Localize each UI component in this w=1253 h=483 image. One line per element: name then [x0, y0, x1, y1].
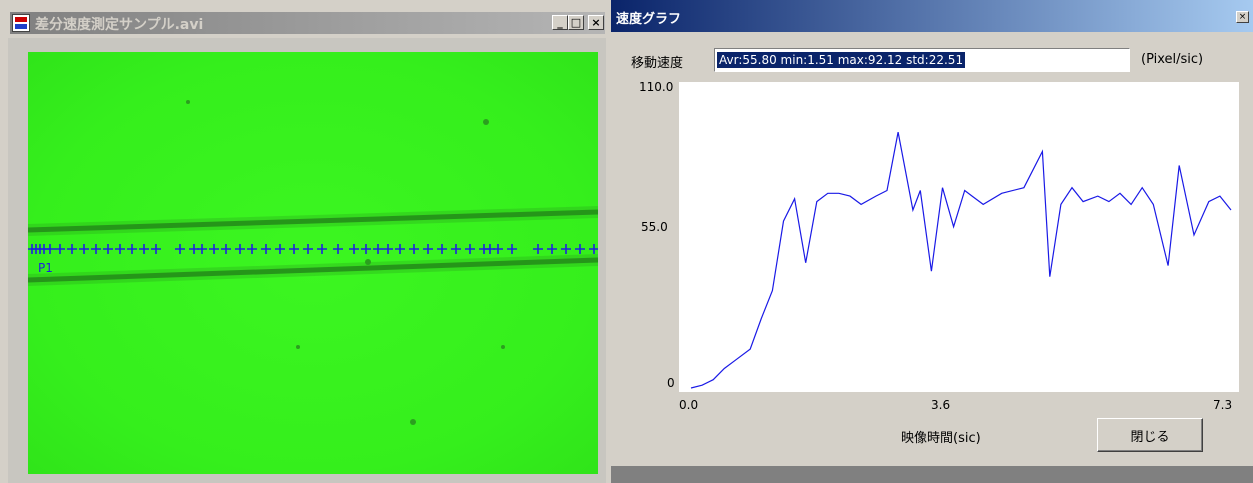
tracking-marker: [423, 244, 433, 254]
channel-line-bottom-shade: [28, 254, 598, 286]
video-title-bar[interactable]: 差分速度測定サンプル.avi _ □ ×: [10, 12, 605, 34]
tracking-marker: [91, 244, 101, 254]
tracking-marker: [209, 244, 219, 254]
tracking-marker: [395, 244, 405, 254]
speck: [410, 419, 416, 425]
speed-unit: (Pixel/sic): [1141, 52, 1204, 67]
tracking-marker: [289, 244, 299, 254]
tracking-marker: [103, 244, 113, 254]
graph-window-title: 速度グラフ: [616, 12, 682, 27]
tracking-marker: [67, 244, 77, 254]
video-overlay: P1: [28, 100, 598, 425]
speed-field[interactable]: Avr:55.80 min:1.51 max:92.12 std:22.51: [714, 48, 1130, 72]
x-tick-label: 0.0: [679, 398, 699, 412]
video-window-title: 差分速度測定サンプル.avi: [35, 17, 204, 33]
y-tick-label: 0: [667, 376, 675, 390]
tracking-marker: [349, 244, 359, 254]
tracking-marker: [533, 244, 543, 254]
y-tick-label: 55.0: [641, 220, 668, 234]
tracking-marker: [409, 244, 419, 254]
speed-value: Avr:55.80 min:1.51 max:92.12 std:22.51: [717, 52, 966, 68]
x-tick-label: 3.6: [931, 398, 951, 412]
speed-label: 移動速度: [631, 56, 684, 71]
tracking-marker: [493, 244, 503, 254]
app-logo-icon: [12, 14, 30, 32]
tracking-marker: [115, 244, 125, 254]
tracking-marker: [45, 244, 55, 254]
video-canvas[interactable]: P1: [28, 52, 598, 474]
close-graph-button[interactable]: 閉じる: [1097, 418, 1203, 452]
channel-line-top-shade: [28, 206, 598, 236]
tracking-marker: [247, 244, 257, 254]
tracking-marker: [373, 244, 383, 254]
minimize-button[interactable]: _: [552, 15, 568, 30]
y-tick-label: 110.0: [639, 80, 674, 94]
graph-title-bar[interactable]: 速度グラフ ×: [611, 0, 1253, 32]
graph-close-icon[interactable]: ×: [1236, 11, 1249, 23]
tracking-marker: [333, 244, 343, 254]
tracking-marker: [127, 244, 137, 254]
tracking-marker: [465, 244, 475, 254]
tracking-marker: [261, 244, 271, 254]
speck: [483, 119, 489, 125]
tracking-marker: [547, 244, 557, 254]
speck: [296, 345, 300, 349]
speed-series-line: [690, 131, 1232, 389]
graph-bottom-bar: [611, 466, 1253, 483]
speed-graph-window: 速度グラフ × 移動速度 Avr:55.80 min:1.51 max:92.1…: [611, 0, 1253, 483]
speck: [365, 259, 371, 265]
tracking-marker: [437, 244, 447, 254]
speed-plot: [679, 82, 1239, 392]
track-label: P1: [38, 261, 53, 275]
tracking-marker: [79, 244, 89, 254]
speck: [186, 100, 190, 104]
tracking-marker: [383, 244, 393, 254]
tracking-marker: [507, 244, 517, 254]
speck: [501, 345, 505, 349]
tracking-marker: [221, 244, 231, 254]
tracking-marker: [575, 244, 585, 254]
tracking-marker: [197, 244, 207, 254]
x-axis-label: 映像時間(sic): [901, 431, 981, 446]
video-window: 差分速度測定サンプル.avi _ □ × P1: [0, 0, 610, 483]
tracking-marker: [175, 244, 185, 254]
x-tick-label: 7.3: [1213, 398, 1233, 412]
tracking-marker: [55, 244, 65, 254]
tracking-marker: [235, 244, 245, 254]
tracking-marker: [561, 244, 571, 254]
tracking-markers: [28, 244, 598, 254]
video-frame: P1: [8, 38, 606, 483]
tracking-marker: [275, 244, 285, 254]
tracking-marker: [139, 244, 149, 254]
tracking-marker: [151, 244, 161, 254]
tracking-marker: [589, 244, 598, 254]
tracking-marker: [303, 244, 313, 254]
tracking-marker: [361, 244, 371, 254]
tracking-marker: [317, 244, 327, 254]
speed-plot-svg: [690, 131, 1232, 389]
maximize-button[interactable]: □: [568, 15, 584, 30]
tracking-marker: [451, 244, 461, 254]
close-button[interactable]: ×: [588, 15, 604, 30]
